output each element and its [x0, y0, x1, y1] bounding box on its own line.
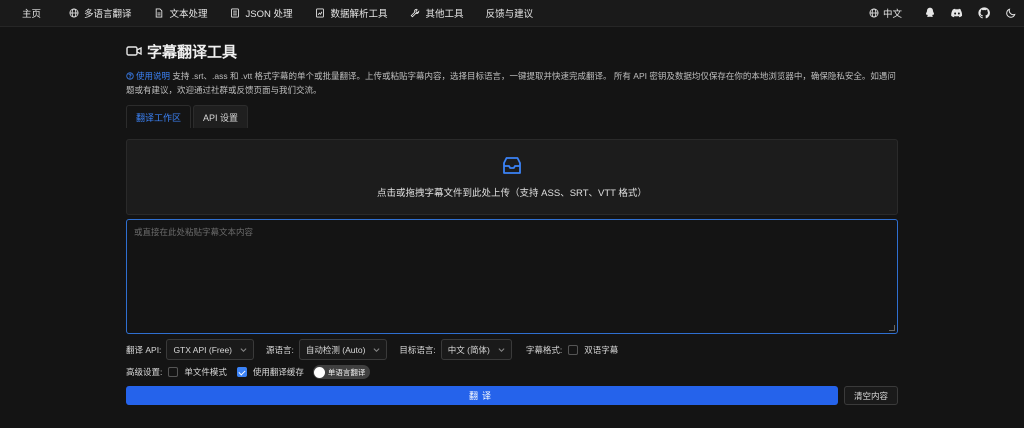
- target-language-value: 中文 (简体): [447, 344, 490, 355]
- nav-multilang[interactable]: 多语言翻译: [57, 0, 143, 27]
- github-icon[interactable]: [970, 0, 997, 27]
- source-language-value: 自动检测 (Auto): [305, 344, 366, 355]
- nav-feedback-label: 反馈与建议: [485, 9, 534, 20]
- single-file-checkbox[interactable]: [168, 367, 179, 377]
- upload-text: 点击或拖拽字幕文件到此处上传（支持 ASS、SRT、VTT 格式）: [377, 188, 647, 199]
- page-header: 字幕翻译工具: [126, 36, 898, 66]
- source-language-label: 源语言:: [266, 344, 294, 355]
- main-content: 字幕翻译工具 使用说明 支持 .srt、.ass 和 .vtt 格式字幕的单个或…: [126, 36, 898, 405]
- tab-api-settings[interactable]: API 设置: [193, 105, 249, 128]
- single-file-label: 单文件模式: [184, 367, 227, 377]
- clear-content-button[interactable]: 清空内容: [844, 386, 898, 405]
- subtitle-paste-textarea[interactable]: 或直接在此处粘贴字幕文本内容: [126, 219, 898, 334]
- chevron-down-icon: [498, 346, 505, 353]
- nav-multilang-label: 多语言翻译: [84, 9, 132, 20]
- list-icon: [230, 8, 241, 19]
- toggle-label: 单语言翻译: [327, 367, 366, 377]
- nav-home-label: 主页: [22, 9, 42, 20]
- page-title: 字幕翻译工具: [147, 43, 238, 61]
- chevron-down-icon: [240, 346, 247, 353]
- help-icon: [126, 72, 134, 80]
- description-text: 支持 .srt、.ass 和 .vtt 格式字幕的单个或批量翻译。上传或粘贴字幕…: [126, 71, 896, 95]
- language-label: 中文: [882, 9, 902, 20]
- page-description: 使用说明 支持 .srt、.ass 和 .vtt 格式字幕的单个或批量翻译。上传…: [126, 70, 898, 97]
- advanced-settings: 高级设置: 单文件模式 使用翻译缓存 单语言翻译: [126, 364, 370, 380]
- nav-data-label: 数据解析工具: [330, 9, 388, 20]
- target-language-select[interactable]: 中文 (简体): [440, 339, 512, 360]
- upload-dropzone[interactable]: 点击或拖拽字幕文件到此处上传（支持 ASS、SRT、VTT 格式）: [126, 139, 898, 215]
- advanced-label: 高级设置:: [126, 367, 163, 377]
- api-select[interactable]: GTX API (Free): [166, 339, 255, 360]
- inbox-icon: [503, 157, 521, 174]
- source-language-select[interactable]: 自动检测 (Auto): [298, 339, 388, 360]
- tab-bar: 翻译工作区 API 设置: [126, 105, 250, 128]
- nav-feedback[interactable]: 反馈与建议: [475, 0, 545, 27]
- nav-right-group: 中文: [855, 0, 1024, 27]
- language-switcher[interactable]: 中文: [855, 6, 916, 20]
- subtitle-format-label: 字幕格式:: [525, 344, 563, 355]
- nav-other-label: 其他工具: [425, 9, 464, 20]
- api-select-value: GTX API (Free): [173, 344, 233, 355]
- globe-icon: [869, 8, 879, 18]
- tab-workspace[interactable]: 翻译工作区: [126, 105, 192, 128]
- moon-icon[interactable]: [997, 0, 1024, 27]
- paste-placeholder: 或直接在此处粘贴字幕文本内容: [134, 227, 254, 237]
- chevron-down-icon: [373, 346, 380, 353]
- language-mode-toggle[interactable]: 单语言翻译: [312, 365, 370, 379]
- translation-cache-label: 使用翻译缓存: [252, 367, 304, 377]
- video-icon: [126, 43, 142, 59]
- bilingual-label: 双语字幕: [584, 344, 619, 355]
- tab-api-settings-label: API 设置: [203, 112, 239, 123]
- document-icon: [154, 8, 165, 19]
- tab-workspace-label: 翻译工作区: [136, 112, 182, 123]
- nav-home[interactable]: 主页: [0, 0, 57, 27]
- translation-options: 翻译 API: GTX API (Free) 源语言: 自动检测 (Auto) …: [126, 339, 618, 360]
- translate-button[interactable]: 翻译: [126, 386, 838, 405]
- usage-link[interactable]: 使用说明: [126, 71, 170, 81]
- resize-handle[interactable]: [889, 325, 895, 331]
- target-language-label: 目标语言:: [399, 344, 436, 355]
- nav-data[interactable]: 数据解析工具: [304, 0, 399, 27]
- discord-icon[interactable]: [943, 0, 970, 27]
- clear-button-label: 清空内容: [853, 390, 888, 401]
- qq-icon[interactable]: [916, 0, 943, 27]
- translate-button-label: 翻译: [468, 391, 495, 401]
- globe-icon: [68, 8, 79, 19]
- nav-text[interactable]: 文本处理: [143, 0, 219, 27]
- translation-cache-checkbox[interactable]: [236, 367, 247, 377]
- nav-other[interactable]: 其他工具: [399, 0, 475, 27]
- bilingual-checkbox[interactable]: [568, 344, 579, 355]
- nav-json[interactable]: JSON 处理: [219, 0, 304, 27]
- toggle-knob: [314, 366, 326, 378]
- api-label: 翻译 API:: [126, 344, 162, 355]
- nav-text-label: 文本处理: [169, 9, 208, 20]
- usage-link-label: 使用说明: [136, 71, 171, 81]
- top-navbar: 主页 多语言翻译 文本处理 JSON 处理 数据解析工具 其他工具 反馈与建议: [0, 0, 1024, 27]
- data-file-icon: [315, 8, 326, 19]
- nav-json-label: JSON 处理: [245, 9, 293, 20]
- wrench-icon: [410, 8, 421, 19]
